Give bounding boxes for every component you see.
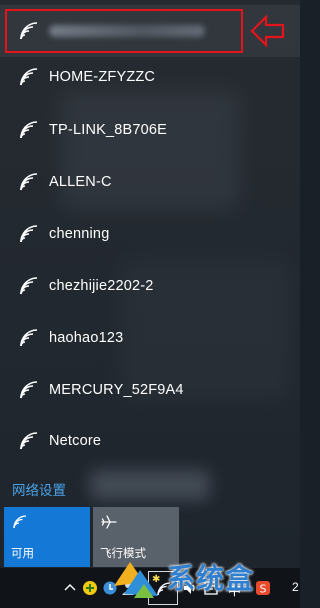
wifi-icon <box>20 329 38 347</box>
wifi-toggle-tile[interactable]: 可用 <box>4 507 90 567</box>
left-arrow-icon <box>250 14 285 48</box>
wifi-icon <box>20 381 38 399</box>
wifi-tile-label: 可用 <box>11 548 34 560</box>
network-flyout: HOME-ZFYZZC TP-LINK_8B706E ALLEN-C chenn… <box>0 0 300 568</box>
highlight-box <box>5 9 243 53</box>
network-name: chezhijie2202-2 <box>49 278 154 294</box>
network-item[interactable]: chenning <box>0 208 300 260</box>
wifi-icon <box>20 432 38 450</box>
wifi-icon <box>20 121 38 139</box>
chevron-up-icon[interactable] <box>62 580 78 596</box>
wifi-icon <box>20 225 38 243</box>
network-name: haohao123 <box>49 330 124 346</box>
network-item[interactable]: Netcore <box>0 415 300 467</box>
wifi-icon <box>13 515 27 529</box>
network-name: HOME-ZFYZZC <box>49 69 156 85</box>
network-name: Netcore <box>49 433 102 449</box>
network-name: chenning <box>49 226 110 242</box>
network-item[interactable]: chezhijie2202-2 <box>0 260 300 312</box>
network-name: TP-LINK_8B706E <box>49 122 168 138</box>
wifi-icon <box>20 277 38 295</box>
network-name: ALLEN-C <box>49 174 112 190</box>
network-item[interactable]: TP-LINK_8B706E <box>0 104 300 156</box>
wifi-icon <box>20 68 38 86</box>
network-item[interactable]: haohao123 <box>0 312 300 364</box>
network-name: MERCURY_52F9A4 <box>49 382 184 398</box>
watermark-logo-icon <box>114 562 158 598</box>
network-item[interactable]: MERCURY_52F9A4 <box>0 364 300 416</box>
network-item[interactable]: HOME-ZFYZZC <box>0 51 300 103</box>
background-blur <box>90 470 210 500</box>
network-item[interactable]: ALLEN-C <box>0 156 300 208</box>
watermark: 系统盒 <box>110 548 300 608</box>
network-settings-link[interactable]: 网络设置 <box>12 479 66 499</box>
add-icon[interactable] <box>82 580 98 596</box>
wifi-icon <box>20 173 38 191</box>
airplane-icon <box>101 515 117 529</box>
watermark-text: 系统盒 <box>167 562 255 595</box>
